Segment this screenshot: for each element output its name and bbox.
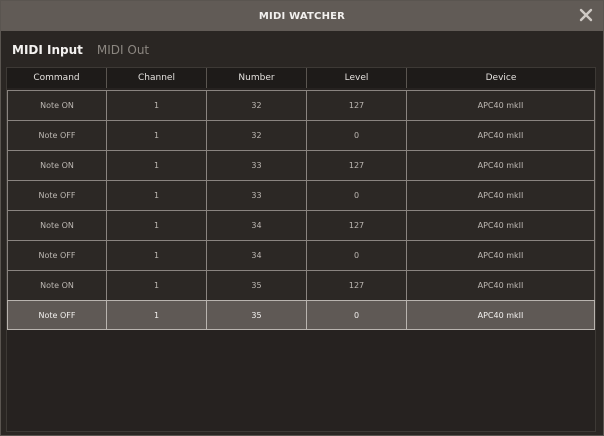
cell-level: 0	[307, 301, 407, 330]
table-header: Command Channel Number Level Device	[7, 68, 595, 88]
column-header-level[interactable]: Level	[307, 68, 407, 88]
cell-device: APC40 mkII	[407, 271, 595, 300]
cell-device: APC40 mkII	[407, 301, 595, 330]
column-header-channel[interactable]: Channel	[107, 68, 207, 88]
cell-device: APC40 mkII	[407, 151, 595, 180]
table-row[interactable]: Note ON 1 35 127 APC40 mkII	[7, 270, 595, 300]
cell-device: APC40 mkII	[407, 91, 595, 120]
table-row[interactable]: Note OFF 1 32 0 APC40 mkII	[7, 120, 595, 150]
window-title: MIDI WATCHER	[258, 10, 346, 22]
table-row[interactable]: Note OFF 1 33 0 APC40 mkII	[7, 180, 595, 210]
cell-level: 127	[307, 151, 407, 180]
cell-device: APC40 mkII	[407, 121, 595, 150]
table-row-selected[interactable]: Note OFF 1 35 0 APC40 mkII	[7, 300, 595, 330]
table-row[interactable]: Note ON 1 33 127 APC40 mkII	[7, 150, 595, 180]
cell-level: 127	[307, 271, 407, 300]
cell-number: 34	[207, 211, 307, 240]
cell-channel: 1	[107, 241, 207, 270]
cell-command: Note ON	[7, 271, 107, 300]
cell-channel: 1	[107, 151, 207, 180]
table-row[interactable]: Note ON 1 34 127 APC40 mkII	[7, 210, 595, 240]
cell-level: 127	[307, 211, 407, 240]
cell-command: Note OFF	[7, 121, 107, 150]
cell-channel: 1	[107, 211, 207, 240]
cell-device: APC40 mkII	[407, 241, 595, 270]
title-bar: MIDI WATCHER	[1, 1, 603, 31]
close-icon	[579, 8, 593, 22]
cell-command: Note OFF	[7, 181, 107, 210]
cell-command: Note ON	[7, 151, 107, 180]
tab-midi-out[interactable]: MIDI Out	[97, 43, 149, 57]
cell-level: 0	[307, 241, 407, 270]
cell-command: Note ON	[7, 211, 107, 240]
tab-midi-input[interactable]: MIDI Input	[12, 43, 83, 57]
cell-level: 127	[307, 91, 407, 120]
cell-channel: 1	[107, 181, 207, 210]
cell-device: APC40 mkII	[407, 211, 595, 240]
cell-channel: 1	[107, 121, 207, 150]
cell-number: 35	[207, 271, 307, 300]
cell-number: 32	[207, 91, 307, 120]
column-header-device[interactable]: Device	[407, 68, 595, 88]
cell-number: 33	[207, 151, 307, 180]
cell-channel: 1	[107, 301, 207, 330]
tab-bar: MIDI Input MIDI Out	[12, 43, 149, 57]
cell-device: APC40 mkII	[407, 181, 595, 210]
table-body: Note ON 1 32 127 APC40 mkII Note OFF 1 3…	[7, 90, 595, 330]
column-header-number[interactable]: Number	[207, 68, 307, 88]
midi-watcher-window: MIDI WATCHER MIDI Input MIDI Out Command…	[0, 0, 604, 436]
cell-command: Note OFF	[7, 241, 107, 270]
midi-event-table: Command Channel Number Level Device Note…	[6, 67, 596, 432]
cell-command: Note ON	[7, 91, 107, 120]
table-row[interactable]: Note OFF 1 34 0 APC40 mkII	[7, 240, 595, 270]
column-header-command[interactable]: Command	[7, 68, 107, 88]
cell-command: Note OFF	[7, 301, 107, 330]
cell-channel: 1	[107, 91, 207, 120]
table-row[interactable]: Note ON 1 32 127 APC40 mkII	[7, 90, 595, 120]
cell-level: 0	[307, 121, 407, 150]
cell-channel: 1	[107, 271, 207, 300]
cell-number: 33	[207, 181, 307, 210]
cell-level: 0	[307, 181, 407, 210]
cell-number: 32	[207, 121, 307, 150]
close-button[interactable]	[578, 7, 594, 23]
cell-number: 35	[207, 301, 307, 330]
cell-number: 34	[207, 241, 307, 270]
